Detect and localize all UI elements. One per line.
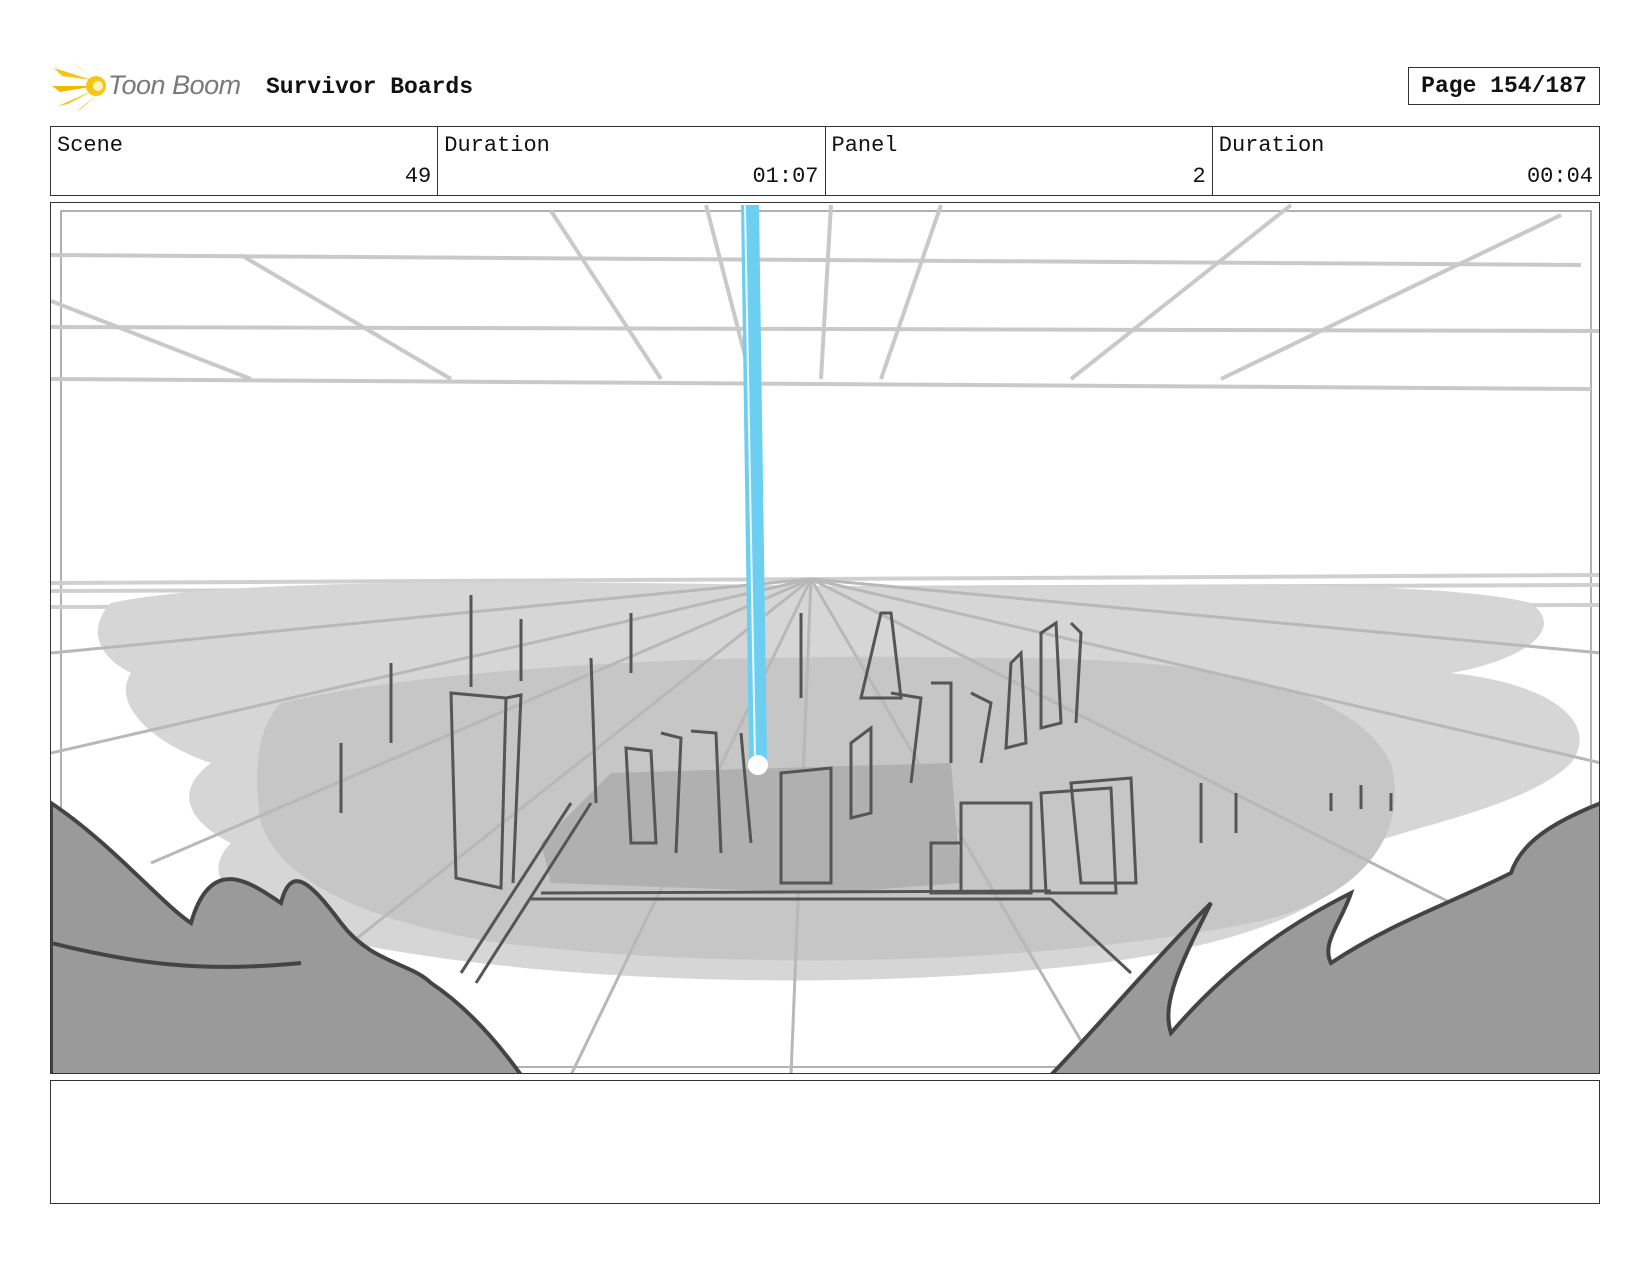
panel-duration-cell: Duration 00:04 [1213, 127, 1599, 195]
panel-cell: Panel 2 [826, 127, 1213, 195]
project-title: Survivor Boards [266, 74, 474, 100]
info-row: Scene 49 Duration 01:07 Panel 2 Duration… [50, 126, 1600, 196]
panel-duration-label: Duration [1218, 133, 1325, 158]
page-indicator: Page 154/187 [1408, 67, 1600, 105]
panel-duration-value: 00:04 [1526, 164, 1593, 189]
panel-sketch [51, 203, 1599, 1073]
scene-value: 49 [404, 164, 432, 189]
scene-duration-cell: Duration 01:07 [438, 127, 826, 195]
storyboard-panel [50, 202, 1600, 1074]
scene-cell: Scene 49 [51, 127, 439, 195]
panel-value: 2 [1192, 164, 1206, 189]
scene-duration-value: 01:07 [752, 164, 819, 189]
logo-text: Toon Boom [108, 70, 241, 100]
scene-duration-label: Duration [444, 133, 550, 158]
notes-box [50, 1080, 1600, 1204]
scene-label: Scene [57, 133, 124, 158]
panel-label: Panel [831, 133, 898, 158]
